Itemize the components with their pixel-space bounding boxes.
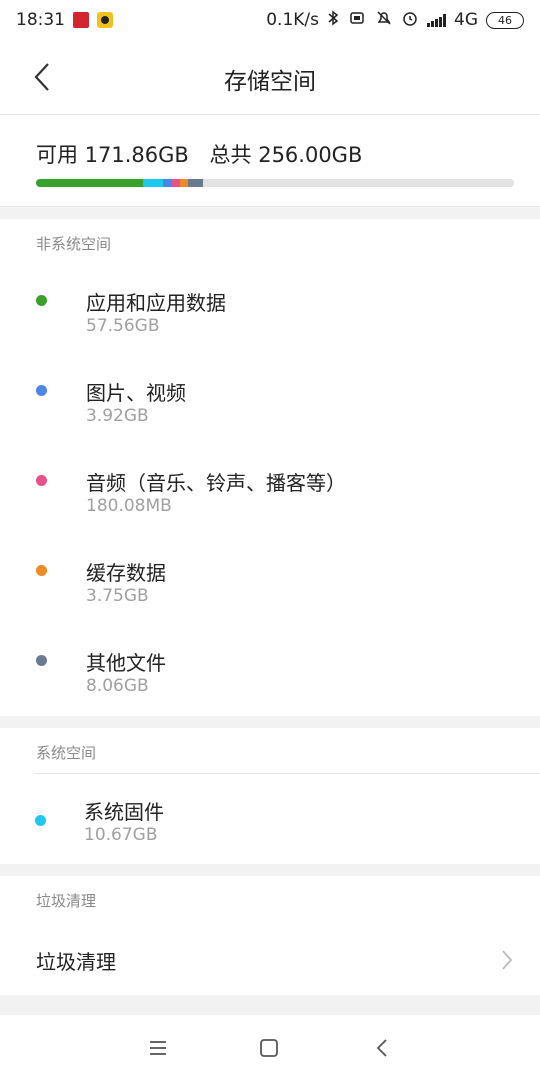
app-header: 存储空间 [0,40,540,115]
item-label: 音频（音乐、铃声、播客等） [86,471,346,495]
usage-segment-media [163,179,172,187]
storage-summary: 可用 171.86GB 总共 256.00GB [0,115,540,207]
back-icon [376,1039,387,1057]
bluetooth-icon [327,10,339,30]
usage-segment-audio [172,179,180,187]
item-size: 180.08MB [86,496,172,516]
status-bar: 18:31 0.1K/s 4G 46 [0,0,540,40]
section-header-non-system: 非系统空间 [36,235,112,253]
audio-color-dot [36,475,47,486]
storage-summary-text: 可用 171.86GB 总共 256.00GB [36,139,362,169]
storage-item-apps[interactable]: 应用和应用数据 57.56GB [0,269,540,359]
vibrate-icon [347,10,367,30]
non-system-section: 非系统空间 应用和应用数据 57.56GB 图片、视频 3.92GB 音频（音乐… [0,219,540,716]
nav-back-button[interactable] [370,1035,396,1061]
total-space: 总共 256.00GB [209,143,363,167]
mute-icon [375,9,393,32]
network-type: 4G [454,10,478,30]
signal-icon [427,13,446,27]
cache-color-dot [36,565,47,576]
storage-item-audio[interactable]: 音频（音乐、铃声、播客等） 180.08MB [0,449,540,539]
cleanup-section: 垃圾清理 垃圾清理 [0,876,540,995]
storage-item-firmware[interactable]: 系统固件 10.67GB [0,776,540,864]
battery-icon: 46 [486,11,524,29]
item-label: 图片、视频 [86,381,186,405]
app-notification-icon [73,12,89,28]
section-header-system: 系统空间 [36,744,97,762]
usage-bar [36,179,514,187]
cleanup-label: 垃圾清理 [36,950,116,974]
chevron-right-icon [502,950,513,970]
item-size: 3.75GB [86,586,149,606]
apps-color-dot [36,295,47,306]
other-color-dot [36,655,47,666]
usage-segment-apps [36,179,143,187]
firmware-color-dot [35,815,46,826]
page-title: 存储空间 [224,69,316,95]
section-header-cleanup: 垃圾清理 [36,892,97,910]
usage-segment-other [188,179,203,187]
clock: 18:31 [16,10,65,30]
item-label: 系统固件 [84,800,164,824]
battery-level: 46 [498,13,512,27]
cleanup-row[interactable]: 垃圾清理 [0,924,540,994]
available-space: 可用 171.86GB [36,143,189,167]
item-label: 应用和应用数据 [86,291,226,315]
usage-segment-system [143,179,163,187]
item-label: 缓存数据 [86,561,166,585]
home-icon [260,1039,278,1057]
alarm-icon [401,9,419,32]
item-size: 8.06GB [86,676,149,696]
app-notification-icon-2 [97,12,113,28]
home-button[interactable] [256,1035,282,1061]
usage-segment-cache [180,179,188,187]
net-speed: 0.1K/s [266,10,319,30]
divider [34,773,540,774]
storage-item-other[interactable]: 其他文件 8.06GB [0,629,540,719]
storage-item-media[interactable]: 图片、视频 3.92GB [0,359,540,449]
item-size: 57.56GB [86,316,160,336]
system-nav-bar [0,1015,540,1080]
storage-item-cache[interactable]: 缓存数据 3.75GB [0,539,540,629]
menu-icon [150,1041,166,1055]
item-label: 其他文件 [86,651,166,675]
item-size: 10.67GB [84,825,158,845]
system-section: 系统空间 系统固件 10.67GB [0,728,540,864]
menu-button[interactable] [145,1035,171,1061]
item-size: 3.92GB [86,406,149,426]
media-color-dot [36,385,47,396]
